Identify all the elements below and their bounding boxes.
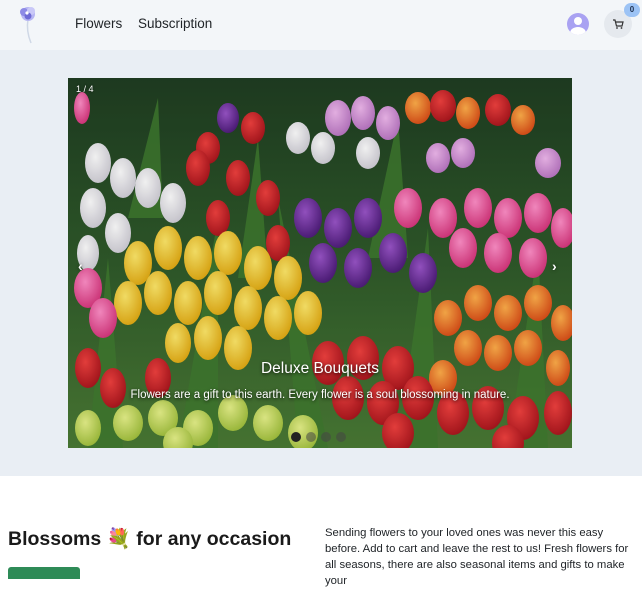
intro-section: Blossoms 💐 for any occasion Sending flow… — [0, 476, 642, 587]
carousel-indicator-3[interactable] — [321, 432, 331, 442]
carousel-next-button[interactable]: › — [552, 258, 557, 274]
carousel-prev-button[interactable]: ‹ — [78, 258, 83, 274]
slide-counter: 1 / 4 — [76, 84, 94, 94]
carousel-indicators — [291, 432, 361, 442]
cart-count-badge: 0 — [624, 3, 640, 17]
section-description: Sending flowers to your loved ones was n… — [325, 527, 629, 587]
cart-icon — [613, 19, 624, 29]
slide-caption-title: Deluxe Bouquets — [260, 360, 380, 377]
flower-logo[interactable] — [14, 3, 42, 47]
slide-caption-text: Flowers are a gift to this earth. Every … — [130, 389, 510, 401]
hero-carousel: 1 / 4 ‹ › Deluxe Bouquets Flowers are a … — [68, 78, 572, 448]
nav-link-subscription[interactable]: Subscription — [138, 16, 212, 31]
navbar: Flowers Subscription 0 — [0, 0, 642, 50]
section-headline: Blossoms 💐 for any occasion — [8, 528, 292, 550]
shop-now-button[interactable] — [8, 567, 80, 579]
carousel-indicator-2[interactable] — [306, 432, 316, 442]
user-avatar-icon[interactable] — [567, 13, 589, 35]
nav-link-flowers[interactable]: Flowers — [75, 16, 122, 31]
carousel-indicator-1[interactable] — [291, 432, 301, 442]
carousel-indicator-4[interactable] — [336, 432, 346, 442]
